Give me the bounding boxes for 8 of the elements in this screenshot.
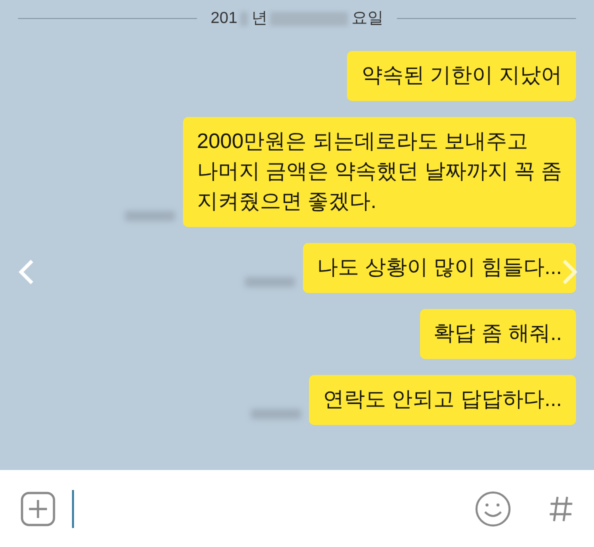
smiley-icon[interactable] xyxy=(474,490,512,528)
message-bubble: 약속된 기한이 지났어 xyxy=(347,51,576,101)
date-text: 201 년 요일 xyxy=(210,8,384,29)
message-bubble: 2000만원은 되는데로라도 보내주고 나머지 금액은 약속했던 날짜까지 꼭 좀 지켜줬으면 좋겠다. xyxy=(182,117,576,227)
plus-icon[interactable] xyxy=(20,490,56,526)
message-bubble: 나도 상황이 많이 힘들다... xyxy=(302,243,576,293)
message-bubble: 확답 좀 해줘.. xyxy=(420,309,576,359)
message-bubble: 연락도 안되고 답답하다... xyxy=(308,375,576,425)
